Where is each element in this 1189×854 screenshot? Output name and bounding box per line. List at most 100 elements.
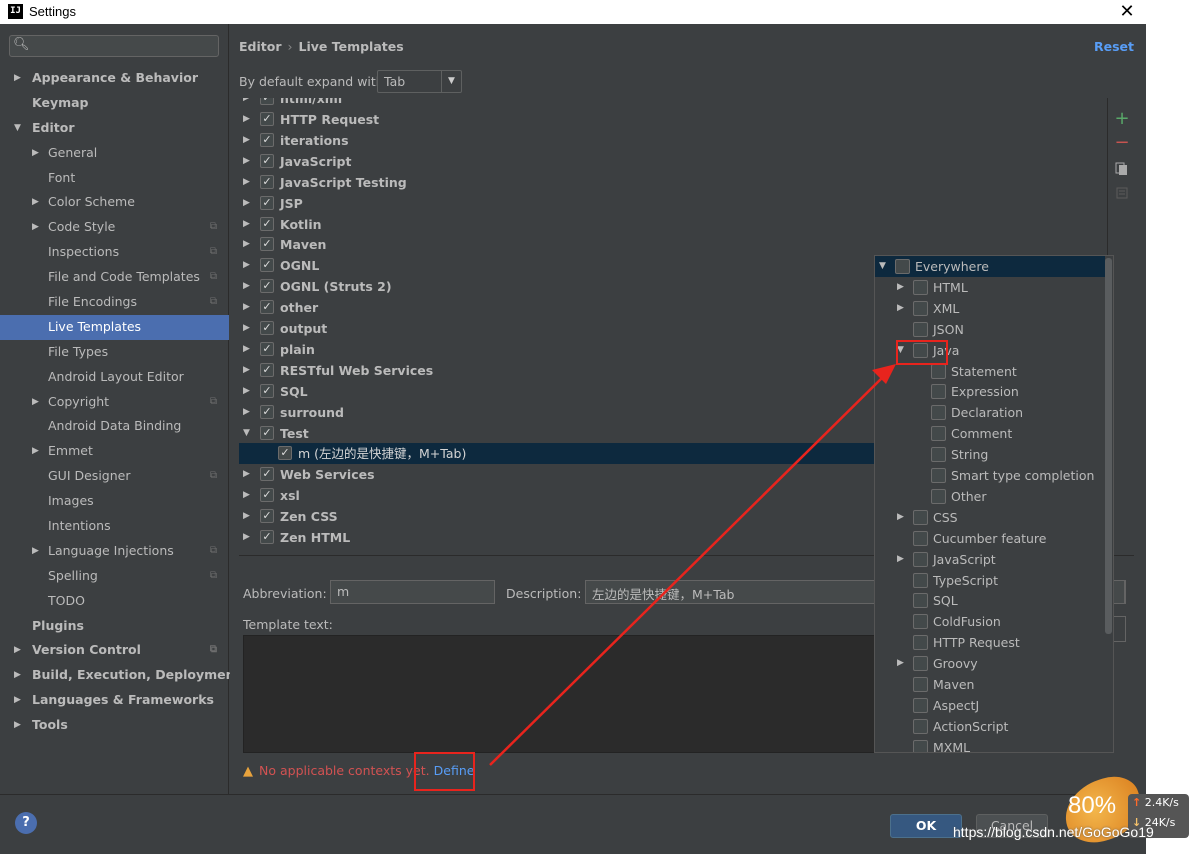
context-item[interactable]: AspectJ xyxy=(875,695,1105,716)
sidebar-item-plugins[interactable]: Plugins xyxy=(0,614,229,639)
template-group-row[interactable]: ▶ ✓ Kotlin xyxy=(239,214,1107,235)
sidebar-item-color-scheme[interactable]: ▶ Color Scheme xyxy=(0,190,229,215)
checkbox[interactable] xyxy=(913,635,928,651)
checkbox[interactable]: ✓ xyxy=(260,112,274,126)
collapsed-arrow-icon[interactable]: ▶ xyxy=(897,298,904,319)
collapsed-arrow-icon[interactable]: ▶ xyxy=(243,402,250,423)
collapsed-arrow-icon[interactable]: ▶ xyxy=(32,215,39,240)
template-group-row[interactable]: ▶ ✓ Maven xyxy=(239,234,1107,255)
collapsed-arrow-icon[interactable]: ▶ xyxy=(243,381,250,402)
popup-scrollbar[interactable] xyxy=(1105,258,1112,634)
collapsed-arrow-icon[interactable]: ▶ xyxy=(243,234,250,255)
checkbox[interactable] xyxy=(913,530,928,546)
checkbox[interactable]: ✓ xyxy=(260,216,274,231)
sidebar-item-inspections[interactable]: Inspections ⧉ xyxy=(0,240,229,265)
checkbox[interactable] xyxy=(931,468,946,483)
context-item[interactable]: ▶ Groovy xyxy=(875,653,1105,674)
context-item[interactable]: Expression xyxy=(875,381,1105,402)
help-button[interactable]: ? xyxy=(15,812,37,834)
sidebar-item-file-types[interactable]: File Types xyxy=(0,340,229,365)
checkbox[interactable]: ✓ xyxy=(260,174,274,189)
checkbox[interactable] xyxy=(931,363,946,379)
checkbox[interactable]: ✓ xyxy=(260,132,274,147)
ok-button[interactable]: OK xyxy=(890,814,962,838)
checkbox[interactable] xyxy=(913,739,928,752)
checkbox[interactable] xyxy=(913,509,928,525)
sidebar-item-tools[interactable]: ▶ Tools xyxy=(0,713,229,738)
sidebar-item-keymap[interactable]: Keymap xyxy=(0,91,229,116)
restore-icon[interactable] xyxy=(1114,186,1130,203)
checkbox[interactable] xyxy=(913,593,928,609)
checkbox[interactable]: ✓ xyxy=(278,446,292,461)
sidebar-item-version-control[interactable]: ▶ Version Control ⧉ xyxy=(0,638,229,663)
checkbox[interactable] xyxy=(931,426,946,442)
tree-row-partial[interactable]: ▶ ✓ html/xml xyxy=(239,98,1107,109)
sidebar-item-copyright[interactable]: ▶ Copyright ⧉ xyxy=(0,390,229,415)
context-item[interactable]: MXML xyxy=(875,737,1105,752)
collapsed-arrow-icon[interactable]: ▶ xyxy=(32,190,39,215)
context-item[interactable]: ActionScript xyxy=(875,716,1105,737)
context-item[interactable]: Other xyxy=(875,486,1105,507)
checkbox[interactable] xyxy=(931,447,946,463)
context-item[interactable]: ▶ HTML xyxy=(875,277,1105,298)
context-item[interactable]: ▶ JavaScript xyxy=(875,549,1105,570)
abbreviation-input[interactable]: m xyxy=(330,580,495,604)
checkbox[interactable]: ✓ xyxy=(260,488,274,503)
context-item[interactable]: TypeScript xyxy=(875,570,1105,591)
collapsed-arrow-icon[interactable]: ▶ xyxy=(243,276,250,297)
checkbox[interactable]: ✓ xyxy=(260,341,274,356)
context-item[interactable]: Smart type completion xyxy=(875,465,1105,486)
context-item[interactable]: Cucumber feature xyxy=(875,528,1105,549)
sidebar-item-languages-frameworks[interactable]: ▶ Languages & Frameworks xyxy=(0,688,229,713)
template-group-row[interactable]: ▶ ✓ iterations xyxy=(239,130,1107,151)
checkbox[interactable] xyxy=(913,614,928,630)
sidebar-item-build-execution-deployment[interactable]: ▶ Build, Execution, Deployment xyxy=(0,663,240,688)
sidebar-item-images[interactable]: Images xyxy=(0,489,229,514)
collapsed-arrow-icon[interactable]: ▶ xyxy=(243,464,250,485)
collapsed-arrow-icon[interactable]: ▶ xyxy=(243,130,250,151)
checkbox[interactable]: ✓ xyxy=(260,195,274,210)
sidebar-item-font[interactable]: Font xyxy=(0,166,229,191)
context-item[interactable]: SQL xyxy=(875,590,1105,611)
collapsed-arrow-icon[interactable]: ▶ xyxy=(897,277,904,298)
checkbox[interactable]: ✓ xyxy=(260,425,274,440)
context-item[interactable]: Comment xyxy=(875,423,1105,444)
collapsed-arrow-icon[interactable]: ▶ xyxy=(32,439,39,464)
collapsed-arrow-icon[interactable]: ▶ xyxy=(14,66,21,91)
collapsed-arrow-icon[interactable]: ▶ xyxy=(897,549,904,570)
collapsed-arrow-icon[interactable]: ▶ xyxy=(14,688,21,713)
sidebar-item-live-templates[interactable]: Live Templates xyxy=(0,314,229,340)
template-group-row[interactable]: ▶ ✓ JSP xyxy=(239,193,1107,214)
checkbox[interactable] xyxy=(913,551,928,567)
remove-icon[interactable]: − xyxy=(1114,132,1130,153)
sidebar-item-android-data-binding[interactable]: Android Data Binding xyxy=(0,414,229,439)
context-item[interactable]: HTTP Request xyxy=(875,632,1105,653)
checkbox[interactable]: ✓ xyxy=(260,237,274,252)
collapsed-arrow-icon[interactable]: ▶ xyxy=(243,151,250,172)
template-group-row[interactable]: ▶ ✓ JavaScript xyxy=(239,151,1107,172)
checkbox[interactable] xyxy=(913,677,928,692)
collapsed-arrow-icon[interactable]: ▶ xyxy=(897,507,904,528)
collapsed-arrow-icon[interactable]: ▶ xyxy=(243,506,250,527)
expand-with-select[interactable]: Tab ▼ xyxy=(377,70,462,93)
search-input[interactable]: 🔍︎ xyxy=(9,35,219,57)
collapsed-arrow-icon[interactable]: ▶ xyxy=(897,653,904,674)
collapsed-arrow-icon[interactable]: ▶ xyxy=(243,318,250,339)
collapsed-arrow-icon[interactable]: ▶ xyxy=(243,297,250,318)
collapsed-arrow-icon[interactable]: ▶ xyxy=(243,485,250,506)
checkbox[interactable]: ✓ xyxy=(260,467,274,482)
sidebar-item-file-encodings[interactable]: File Encodings ⧉ xyxy=(0,290,229,315)
sidebar-item-general[interactable]: ▶ General xyxy=(0,141,229,166)
collapsed-arrow-icon[interactable]: ▶ xyxy=(243,214,250,235)
checkbox[interactable] xyxy=(913,300,928,316)
checkbox[interactable]: ✓ xyxy=(260,383,274,398)
sidebar-item-editor[interactable]: ▼ Editor xyxy=(0,116,229,141)
collapsed-arrow-icon[interactable]: ▶ xyxy=(14,638,21,663)
checkbox[interactable]: ✓ xyxy=(260,98,274,105)
collapsed-arrow-icon[interactable]: ▶ xyxy=(243,109,250,130)
context-item[interactable]: String xyxy=(875,444,1105,465)
expanded-arrow-icon[interactable]: ▼ xyxy=(879,256,886,277)
checkbox[interactable] xyxy=(895,259,910,274)
context-item[interactable]: Declaration xyxy=(875,402,1105,423)
close-icon[interactable]: ✕ xyxy=(1116,1,1138,22)
